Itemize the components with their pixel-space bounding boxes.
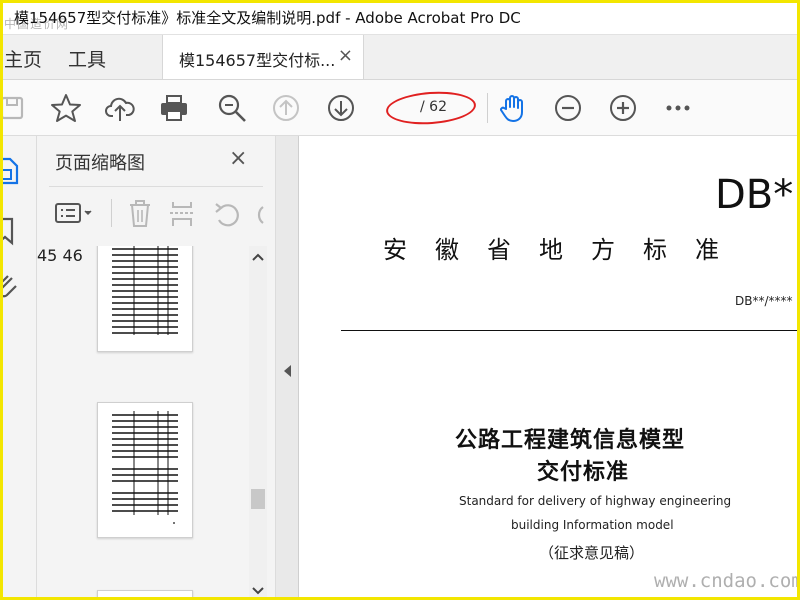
panel-divider bbox=[111, 199, 112, 227]
document-title-line1: 公路工程建筑信息模型 bbox=[455, 428, 686, 453]
red-annotation-oval bbox=[384, 88, 478, 128]
draft-note: （征求意见稿） bbox=[539, 544, 645, 562]
rotate-right-icon[interactable] bbox=[253, 199, 265, 229]
english-title-line2: building Information model bbox=[511, 518, 674, 532]
delete-icon[interactable] bbox=[127, 199, 153, 229]
panel-close-icon[interactable]: × bbox=[229, 146, 247, 171]
thumbnail-panel: 页面缩略图 × 45 46 bbox=[37, 136, 276, 600]
tab-tools[interactable]: 工具 bbox=[68, 45, 106, 72]
zoom-out-icon[interactable] bbox=[552, 92, 584, 124]
insert-page-icon[interactable] bbox=[169, 199, 197, 229]
thumbnail-scrollbar[interactable] bbox=[249, 246, 267, 600]
cloud-upload-icon[interactable] bbox=[104, 92, 136, 124]
main-toolbar: / 62 bbox=[0, 80, 800, 136]
scroll-down-icon[interactable] bbox=[252, 586, 264, 596]
tab-document-label: 模154657型交付标... bbox=[179, 51, 336, 70]
panel-toolbar bbox=[49, 186, 265, 241]
watermark-bottom: www.cndao.com bbox=[654, 570, 800, 592]
header-rule bbox=[341, 330, 800, 331]
close-tab-icon[interactable]: × bbox=[338, 45, 353, 66]
thumbnail-options-icon[interactable] bbox=[55, 201, 95, 225]
thumbnail-page-45[interactable] bbox=[97, 246, 193, 352]
panel-title: 页面缩略图 bbox=[55, 153, 145, 174]
bookmark-icon[interactable] bbox=[0, 216, 20, 246]
toolbar-divider bbox=[487, 93, 488, 123]
standard-code-heading: DB* bbox=[715, 172, 794, 218]
window-title: 模154657型交付标准》标准全文及编制说明.pdf - Adobe Acrob… bbox=[14, 9, 521, 27]
thumbnail-label-46: 46 bbox=[62, 246, 83, 265]
scrollbar-thumb[interactable] bbox=[251, 489, 265, 509]
page-up-icon[interactable] bbox=[270, 92, 302, 124]
scroll-up-icon[interactable] bbox=[252, 252, 264, 262]
print-icon[interactable] bbox=[158, 92, 190, 124]
more-icon[interactable] bbox=[662, 92, 694, 124]
rotate-left-icon[interactable] bbox=[213, 199, 241, 229]
english-title-line1: Standard for delivery of highway enginee… bbox=[459, 494, 732, 508]
tab-document[interactable]: 模154657型交付标... × bbox=[162, 35, 364, 79]
hand-icon[interactable] bbox=[497, 92, 529, 124]
star-icon[interactable] bbox=[50, 92, 82, 124]
page-down-icon[interactable] bbox=[325, 92, 357, 124]
thumbnail-content bbox=[112, 411, 178, 524]
thumbnail-label-45: 45 bbox=[37, 246, 58, 265]
document-title-line2: 交付标准 bbox=[537, 460, 630, 485]
thumbnail-list: 45 46 bbox=[37, 246, 249, 600]
standard-number: DB**/**** bbox=[735, 294, 793, 308]
collapse-arrow-icon[interactable] bbox=[282, 364, 292, 378]
province-standard-title: 安徽省地方标准 bbox=[383, 236, 747, 264]
page-thumbnails-icon[interactable] bbox=[0, 156, 22, 186]
title-bar: 中国造价网 模154657型交付标准》标准全文及编制说明.pdf - Adobe… bbox=[0, 0, 800, 35]
save-icon[interactable] bbox=[0, 92, 28, 124]
zoom-in-icon[interactable] bbox=[607, 92, 639, 124]
zoom-search-icon[interactable] bbox=[216, 92, 248, 124]
tab-row: 主页 工具 模154657型交付标... × bbox=[0, 35, 800, 80]
thumbnail-content bbox=[112, 246, 178, 335]
document-page: DB* 安徽省地方标准 DB**/**** 公路工程建筑信息模型 交付标准 St… bbox=[299, 136, 800, 600]
attachment-icon[interactable] bbox=[0, 272, 20, 302]
tab-home[interactable]: 主页 bbox=[4, 45, 42, 72]
panel-collapse-strip[interactable] bbox=[276, 136, 299, 600]
thumbnail-page-46[interactable] bbox=[97, 402, 193, 538]
thumbnail-page-47[interactable] bbox=[97, 590, 193, 600]
navigation-rail bbox=[0, 136, 37, 600]
